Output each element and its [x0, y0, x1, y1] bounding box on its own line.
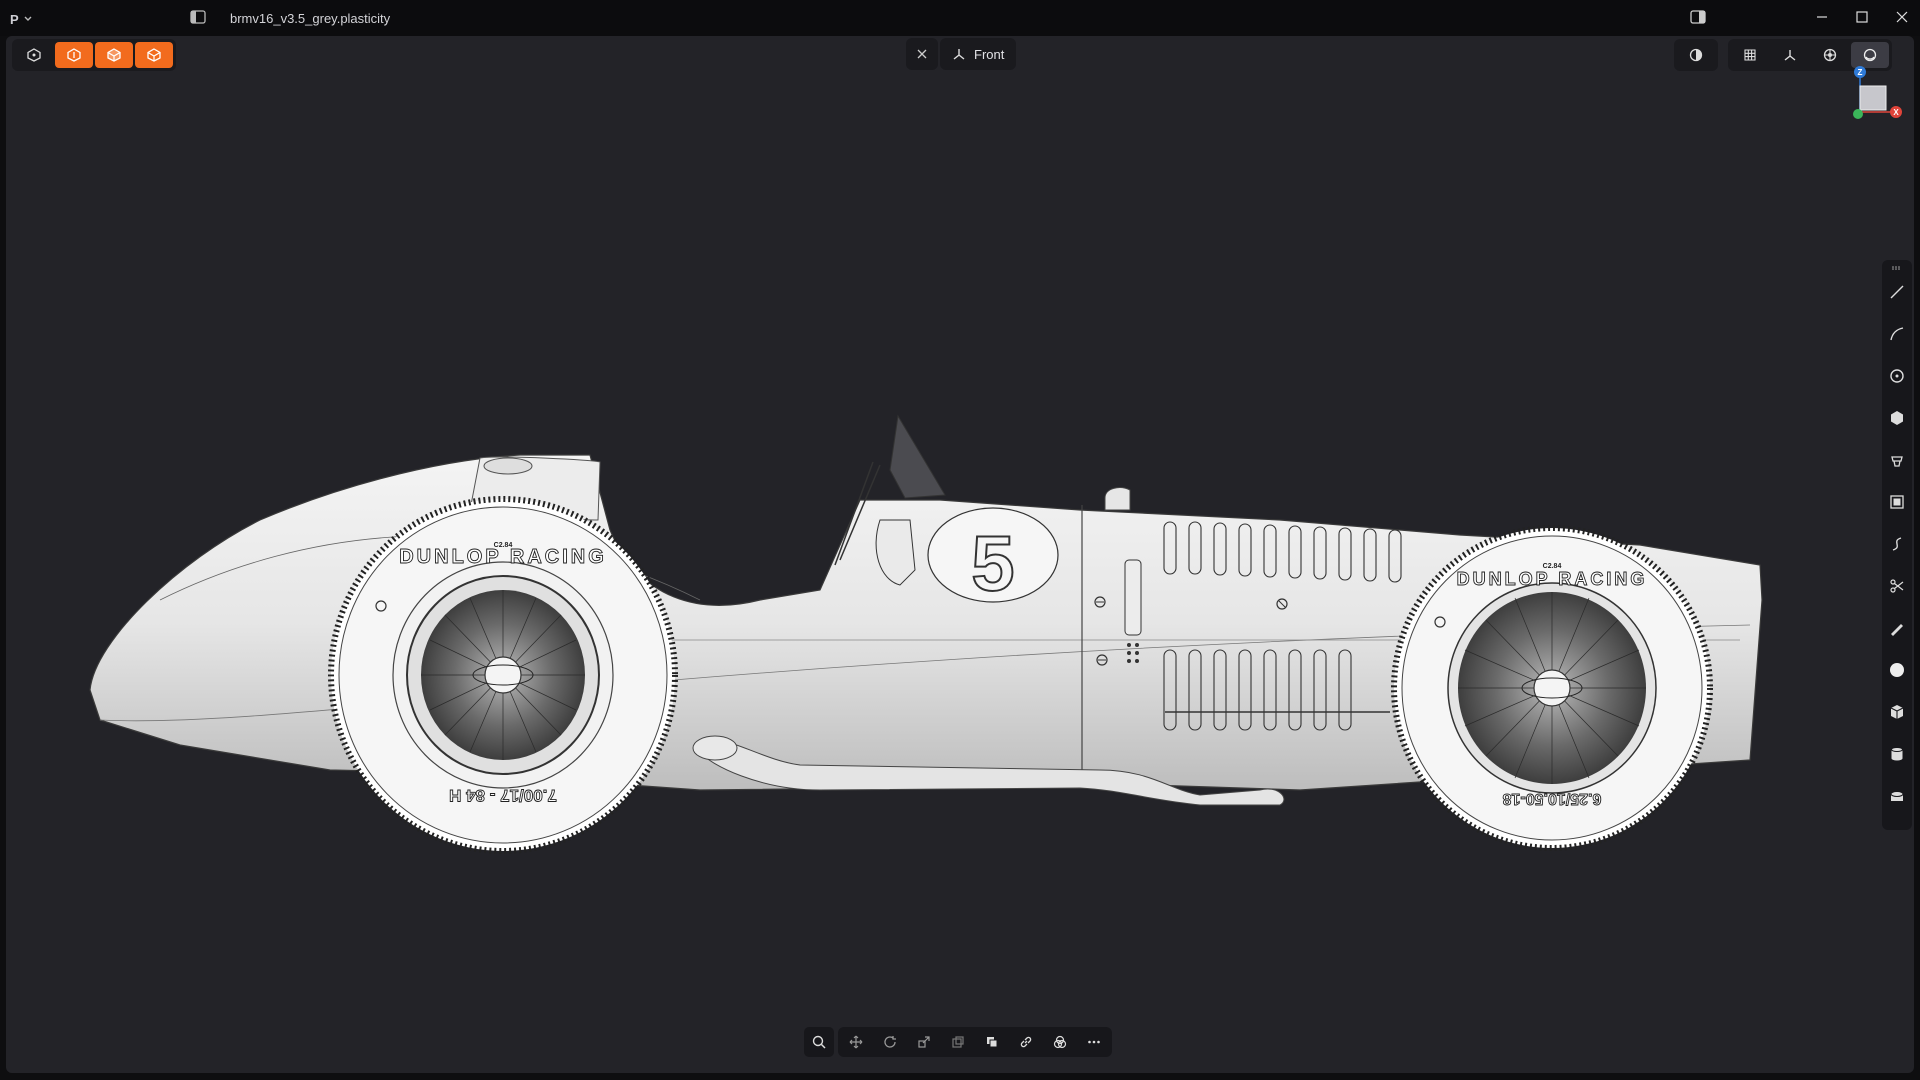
document-title: brmv16_v3.5_grey.plasticity — [230, 11, 391, 26]
union-icon[interactable] — [1044, 1027, 1076, 1057]
link-icon[interactable] — [1010, 1027, 1042, 1057]
search-icon[interactable] — [804, 1027, 834, 1057]
front-tire-code: C2.84 — [494, 542, 513, 549]
boolean-icon[interactable] — [976, 1027, 1008, 1057]
close-icon[interactable] — [1880, 0, 1920, 34]
front-wheel: DUNLOP RACING C2.84 7.00/17 - 84 H — [328, 496, 678, 854]
sidebar-toggle-icon[interactable] — [190, 10, 208, 26]
transform-tools — [838, 1027, 1112, 1057]
front-tire-brand: DUNLOP RACING — [399, 546, 607, 568]
duplicate-icon[interactable] — [942, 1027, 974, 1057]
3d-viewport[interactable]: Front Z X 5 DUNLOP RACING C2.84 7.00/17 … — [6, 36, 1914, 1073]
app-logo: P — [10, 11, 19, 27]
front-tire-size: 7.00/17 - 84 H — [449, 786, 557, 805]
panel-toggle-icon[interactable] — [1676, 0, 1720, 34]
car-number: 5 — [971, 519, 1014, 607]
maximize-icon[interactable] — [1840, 0, 1884, 34]
rear-wheel: DUNLOP RACING C2.84 6.25/10.50-18 — [1391, 525, 1713, 851]
rear-tire-code: C2.84 — [1543, 563, 1562, 570]
car-model[interactable]: 5 DUNLOP RACING C2.84 7.00/17 - 84 H DUN… — [6, 36, 1914, 1073]
more-icon[interactable] — [1078, 1027, 1110, 1057]
minimize-icon[interactable] — [1800, 0, 1844, 34]
rear-tire-brand: DUNLOP RACING — [1457, 569, 1648, 589]
bottom-toolbar — [804, 1026, 1112, 1058]
title-bar: P brmv16_v3.5_grey.plasticity — [0, 0, 1920, 36]
chevron-down-icon — [24, 16, 32, 21]
move-icon[interactable] — [840, 1027, 872, 1057]
rotate-icon[interactable] — [874, 1027, 906, 1057]
app-menu[interactable]: P — [10, 10, 33, 28]
scale-icon[interactable] — [908, 1027, 940, 1057]
rear-tire-size: 6.25/10.50-18 — [1503, 790, 1602, 807]
